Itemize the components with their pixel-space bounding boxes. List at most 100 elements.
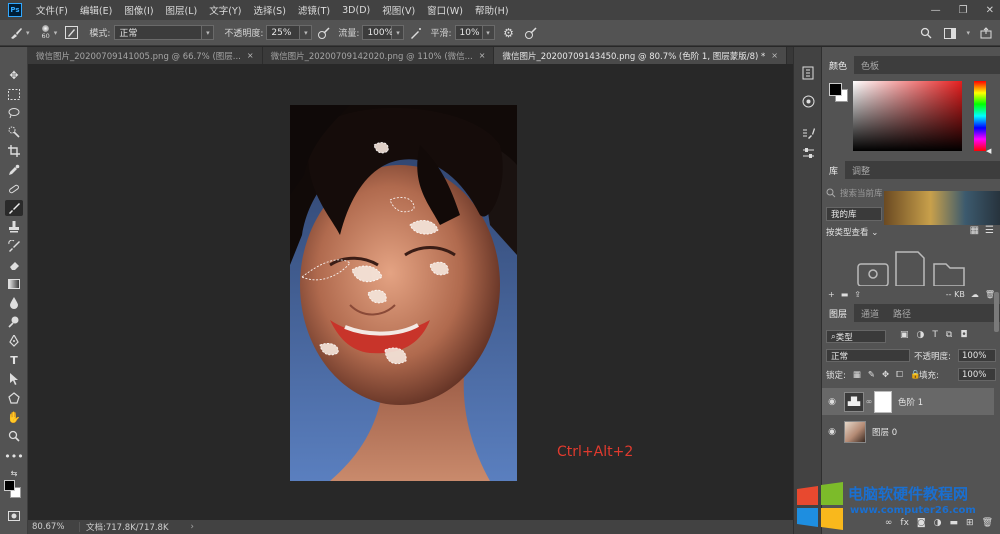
pressure-size-icon[interactable] bbox=[523, 25, 539, 41]
layer-mask-thumbnail[interactable] bbox=[874, 390, 892, 413]
brush-preset-picker[interactable]: 60 bbox=[42, 25, 50, 40]
crop-tool-icon[interactable] bbox=[5, 143, 23, 159]
menu-select[interactable]: 选择(S) bbox=[247, 3, 291, 17]
panel-scrollbar[interactable] bbox=[994, 292, 999, 332]
menu-view[interactable]: 视图(V) bbox=[376, 3, 421, 17]
swap-colors-icon[interactable]: ⇆ bbox=[5, 465, 23, 481]
cloud-icon[interactable]: ☁ bbox=[971, 290, 979, 299]
zoom-tool-icon[interactable] bbox=[5, 428, 23, 444]
folder-icon[interactable]: ▬ bbox=[841, 290, 849, 299]
lock-image-icon[interactable]: ✎ bbox=[868, 370, 875, 380]
tab-libraries[interactable]: 库 bbox=[822, 161, 846, 179]
menu-filter[interactable]: 滤镜(T) bbox=[292, 3, 336, 17]
quick-selection-tool-icon[interactable] bbox=[5, 124, 23, 140]
brush-tool-icon[interactable] bbox=[5, 200, 23, 216]
history-brush-tool-icon[interactable] bbox=[5, 238, 23, 254]
lock-position-icon[interactable]: ✥ bbox=[882, 370, 889, 380]
upload-icon[interactable]: ⇪ bbox=[854, 290, 861, 299]
opacity-input[interactable]: 25% bbox=[266, 25, 301, 40]
menu-window[interactable]: 窗口(W) bbox=[421, 3, 469, 17]
document-tab-active[interactable]: 微信图片_20200709143450.png @ 80.7% (色阶 1, 图… bbox=[494, 47, 787, 64]
adjustment-filter-icon[interactable]: ◑ bbox=[917, 330, 925, 340]
smoothing-input[interactable]: 10% bbox=[454, 25, 483, 40]
tab-color[interactable]: 颜色 bbox=[822, 56, 855, 74]
chevron-down-icon[interactable]: ▾ bbox=[300, 25, 313, 40]
close-button[interactable]: ✕ bbox=[986, 5, 994, 16]
spot-healing-tool-icon[interactable] bbox=[5, 181, 23, 197]
menu-layer[interactable]: 图层(L) bbox=[160, 3, 204, 17]
path-selection-tool-icon[interactable] bbox=[5, 371, 23, 387]
menu-3d[interactable]: 3D(D) bbox=[336, 5, 376, 16]
blend-mode-select[interactable]: 正常 bbox=[826, 349, 910, 362]
blur-tool-icon[interactable] bbox=[5, 295, 23, 311]
image-filter-icon[interactable]: ▣ bbox=[900, 330, 909, 340]
mode-select[interactable]: 正常 bbox=[114, 25, 203, 40]
eraser-tool-icon[interactable] bbox=[5, 257, 23, 273]
layer-filter-select[interactable]: ⌕ 类型 bbox=[826, 330, 886, 343]
workspace-icon[interactable] bbox=[942, 25, 958, 41]
library-view-by-type[interactable]: 按类型查看 ⌄ bbox=[826, 226, 878, 238]
type-tool-icon[interactable]: T bbox=[5, 352, 23, 368]
smart-object-filter-icon[interactable]: ◘ bbox=[960, 330, 967, 340]
close-icon[interactable]: × bbox=[247, 51, 254, 60]
document-tab[interactable]: 微信图片_20200709141005.png @ 66.7% (图层... × bbox=[28, 47, 263, 64]
document-canvas[interactable] bbox=[290, 105, 517, 481]
minimize-button[interactable]: — bbox=[931, 5, 941, 16]
hue-slider[interactable] bbox=[974, 81, 986, 151]
gear-icon[interactable]: ⚙ bbox=[501, 25, 517, 41]
more-tools-icon[interactable]: ••• bbox=[4, 448, 23, 464]
close-icon[interactable]: × bbox=[479, 51, 486, 60]
type-filter-icon[interactable]: T bbox=[932, 330, 938, 340]
foreground-color-swatch[interactable] bbox=[4, 480, 15, 491]
chevron-down-icon[interactable]: ▾ bbox=[202, 25, 215, 40]
layer-opacity-input[interactable]: 100% bbox=[958, 349, 996, 362]
chevron-down-icon[interactable]: ▾ bbox=[966, 29, 970, 37]
properties-panel-icon[interactable] bbox=[800, 93, 816, 109]
document-tab[interactable]: 微信图片_20200709142020.png @ 110% (微信... × bbox=[262, 47, 495, 64]
zoom-level[interactable]: 80.67% bbox=[28, 522, 80, 532]
lasso-tool-icon[interactable] bbox=[5, 105, 23, 121]
history-panel-icon[interactable] bbox=[800, 65, 816, 81]
chevron-down-icon[interactable]: ▾ bbox=[392, 25, 405, 40]
tool-preset-picker[interactable]: ▾ bbox=[8, 25, 30, 41]
gradient-tool-icon[interactable] bbox=[5, 276, 23, 292]
library-search[interactable]: 搜索当前库 bbox=[826, 185, 886, 201]
chevron-right-icon[interactable]: › bbox=[191, 522, 194, 532]
tab-channels[interactable]: 通道 bbox=[854, 304, 886, 322]
flow-input[interactable]: 100% bbox=[362, 25, 393, 40]
pressure-opacity-icon[interactable] bbox=[316, 25, 332, 41]
dodge-tool-icon[interactable] bbox=[5, 314, 23, 330]
adjustments-panel-icon[interactable] bbox=[800, 145, 816, 161]
clone-stamp-tool-icon[interactable] bbox=[5, 219, 23, 235]
eye-icon[interactable]: ◉ bbox=[822, 397, 842, 407]
brush-panel-toggle-icon[interactable] bbox=[63, 25, 79, 41]
menu-file[interactable]: 文件(F) bbox=[30, 3, 74, 17]
quick-mask-icon[interactable] bbox=[5, 508, 23, 524]
lock-transparent-icon[interactable]: ▦ bbox=[853, 370, 861, 380]
pen-tool-icon[interactable] bbox=[5, 333, 23, 349]
brush-settings-panel-icon[interactable] bbox=[800, 124, 816, 140]
airbrush-icon[interactable] bbox=[408, 25, 424, 41]
shape-filter-icon[interactable]: ⧉ bbox=[946, 330, 952, 340]
color-picker-field[interactable] bbox=[853, 81, 962, 151]
fill-input[interactable]: 100% bbox=[958, 368, 996, 381]
chevron-down-icon[interactable]: ▾ bbox=[482, 25, 495, 40]
share-icon[interactable] bbox=[978, 25, 994, 41]
foreground-color-swatch[interactable] bbox=[829, 83, 842, 96]
grid-view-icon[interactable]: ▦ bbox=[970, 225, 979, 236]
tab-paths[interactable]: 路径 bbox=[886, 304, 918, 322]
menu-help[interactable]: 帮助(H) bbox=[469, 3, 515, 17]
menu-type[interactable]: 文字(Y) bbox=[203, 3, 247, 17]
layer-row-levels[interactable]: ◉ ▟▙ ∞ 色阶 1 bbox=[822, 388, 994, 415]
marquee-tool-icon[interactable] bbox=[5, 86, 23, 102]
eyedropper-tool-icon[interactable] bbox=[5, 162, 23, 178]
menu-image[interactable]: 图像(I) bbox=[118, 3, 159, 17]
eye-icon[interactable]: ◉ bbox=[822, 427, 842, 437]
search-icon[interactable] bbox=[918, 25, 934, 41]
close-icon[interactable]: × bbox=[771, 51, 778, 60]
chevron-down-icon[interactable]: ▾ bbox=[54, 29, 58, 37]
lock-artboard-icon[interactable]: ⧠ bbox=[896, 370, 903, 380]
add-icon[interactable]: + bbox=[828, 290, 835, 299]
hand-tool-icon[interactable]: ✋ bbox=[5, 409, 23, 425]
canvas-area[interactable]: Ctrl+Alt+2 bbox=[28, 64, 793, 520]
